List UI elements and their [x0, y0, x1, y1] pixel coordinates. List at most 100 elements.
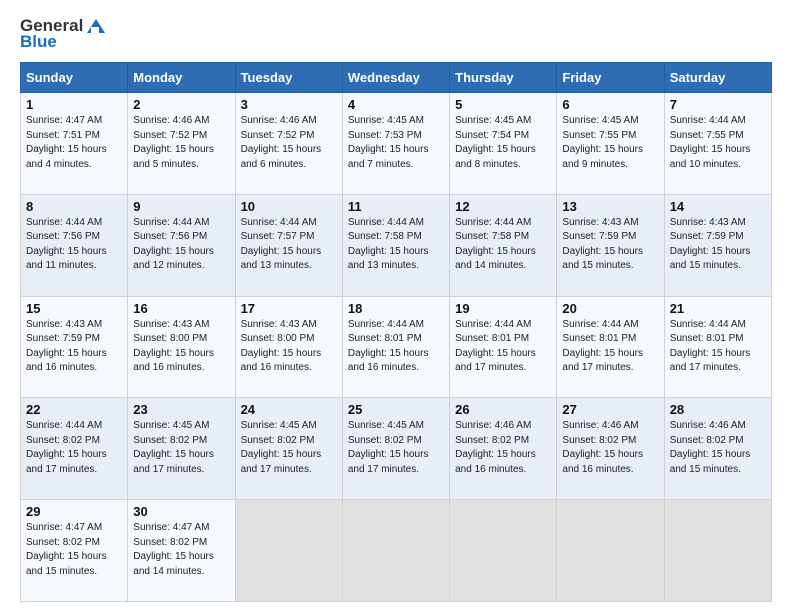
day-number: 11 [348, 199, 444, 214]
cell-sun-info: Sunrise: 4:47 AMSunset: 7:51 PMDaylight:… [26, 114, 122, 172]
header: General Blue [20, 16, 772, 52]
calendar-week-row: 15 Sunrise: 4:43 AMSunset: 7:59 PMDayligh… [21, 296, 772, 398]
logo-arrow-icon [85, 17, 107, 35]
calendar-week-row: 1 Sunrise: 4:47 AMSunset: 7:51 PMDaylight… [21, 93, 772, 195]
day-number: 1 [26, 97, 122, 112]
calendar-cell: 25 Sunrise: 4:45 AMSunset: 8:02 PMDayligh… [342, 398, 449, 500]
calendar-cell: 14Sunrise: 4:43 AMSunset: 7:59 PMDayligh… [664, 194, 771, 296]
cell-sun-info: Sunrise: 4:43 AMSunset: 7:59 PMDaylight:… [562, 216, 658, 274]
day-number: 21 [670, 301, 766, 316]
calendar-cell [342, 500, 449, 602]
calendar-cell: 7 Sunrise: 4:44 AMSunset: 7:55 PMDaylight… [664, 93, 771, 195]
header-day-sunday: Sunday [21, 63, 128, 93]
day-number: 22 [26, 402, 122, 417]
logo-blue: Blue [20, 32, 57, 52]
calendar-cell: 24Sunrise: 4:45 AMSunset: 8:02 PMDayligh… [235, 398, 342, 500]
cell-sun-info: Sunrise: 4:46 AMSunset: 8:02 PMDaylight:… [455, 419, 551, 477]
cell-sun-info: Sunrise: 4:43 AMSunset: 8:00 PMDaylight:… [241, 318, 337, 376]
header-day-thursday: Thursday [450, 63, 557, 93]
calendar-cell: 26Sunrise: 4:46 AMSunset: 8:02 PMDayligh… [450, 398, 557, 500]
cell-sun-info: Sunrise: 4:46 AMSunset: 7:52 PMDaylight:… [241, 114, 337, 172]
day-number: 12 [455, 199, 551, 214]
calendar-cell: 23 Sunrise: 4:45 AMSunset: 8:02 PMDayligh… [128, 398, 235, 500]
day-number: 8 [26, 199, 122, 214]
day-number: 17 [241, 301, 337, 316]
day-number: 16 [133, 301, 229, 316]
cell-sun-info: Sunrise: 4:46 AMSunset: 8:02 PMDaylight:… [670, 419, 766, 477]
cell-sun-info: Sunrise: 4:44 AMSunset: 7:56 PMDaylight:… [133, 216, 229, 274]
cell-sun-info: Sunrise: 4:44 AMSunset: 8:02 PMDaylight:… [26, 419, 122, 477]
calendar-week-row: 29 Sunrise: 4:47 AMSunset: 8:02 PMDayligh… [21, 500, 772, 602]
day-number: 9 [133, 199, 229, 214]
day-number: 29 [26, 504, 122, 519]
calendar-cell: 12 Sunrise: 4:44 AMSunset: 7:58 PMDayligh… [450, 194, 557, 296]
day-number: 3 [241, 97, 337, 112]
calendar-cell: 28 Sunrise: 4:46 AMSunset: 8:02 PMDayligh… [664, 398, 771, 500]
calendar-cell: 8 Sunrise: 4:44 AMSunset: 7:56 PMDaylight… [21, 194, 128, 296]
calendar-week-row: 22 Sunrise: 4:44 AMSunset: 8:02 PMDayligh… [21, 398, 772, 500]
page: General Blue SundayMondayTuesdayWednesda… [0, 0, 792, 612]
calendar-cell [664, 500, 771, 602]
calendar-cell: 20 Sunrise: 4:44 AMSunset: 8:01 PMDayligh… [557, 296, 664, 398]
calendar-cell: 30 Sunrise: 4:47 AMSunset: 8:02 PMDayligh… [128, 500, 235, 602]
calendar-cell: 11 Sunrise: 4:44 AMSunset: 7:58 PMDayligh… [342, 194, 449, 296]
calendar-cell: 22 Sunrise: 4:44 AMSunset: 8:02 PMDayligh… [21, 398, 128, 500]
cell-sun-info: Sunrise: 4:45 AMSunset: 8:02 PMDaylight:… [133, 419, 229, 477]
calendar-cell: 15 Sunrise: 4:43 AMSunset: 7:59 PMDayligh… [21, 296, 128, 398]
header-day-saturday: Saturday [664, 63, 771, 93]
day-number: 28 [670, 402, 766, 417]
calendar-cell: 4Sunrise: 4:45 AMSunset: 7:53 PMDaylight… [342, 93, 449, 195]
calendar-header-row: SundayMondayTuesdayWednesdayThursdayFrid… [21, 63, 772, 93]
day-number: 2 [133, 97, 229, 112]
cell-sun-info: Sunrise: 4:43 AMSunset: 7:59 PMDaylight:… [26, 318, 122, 376]
cell-sun-info: Sunrise: 4:46 AMSunset: 7:52 PMDaylight:… [133, 114, 229, 172]
day-number: 14 [670, 199, 766, 214]
day-number: 20 [562, 301, 658, 316]
calendar: SundayMondayTuesdayWednesdayThursdayFrid… [20, 62, 772, 602]
day-number: 27 [562, 402, 658, 417]
calendar-cell: 19 Sunrise: 4:44 AMSunset: 8:01 PMDayligh… [450, 296, 557, 398]
day-number: 30 [133, 504, 229, 519]
cell-sun-info: Sunrise: 4:45 AMSunset: 8:02 PMDaylight:… [348, 419, 444, 477]
cell-sun-info: Sunrise: 4:45 AMSunset: 8:02 PMDaylight:… [241, 419, 337, 477]
header-day-tuesday: Tuesday [235, 63, 342, 93]
day-number: 19 [455, 301, 551, 316]
day-number: 15 [26, 301, 122, 316]
cell-sun-info: Sunrise: 4:44 AMSunset: 7:58 PMDaylight:… [455, 216, 551, 274]
cell-sun-info: Sunrise: 4:44 AMSunset: 7:55 PMDaylight:… [670, 114, 766, 172]
calendar-cell: 16 Sunrise: 4:43 AMSunset: 8:00 PMDayligh… [128, 296, 235, 398]
cell-sun-info: Sunrise: 4:44 AMSunset: 7:58 PMDaylight:… [348, 216, 444, 274]
cell-sun-info: Sunrise: 4:44 AMSunset: 7:57 PMDaylight:… [241, 216, 337, 274]
calendar-cell: 18 Sunrise: 4:44 AMSunset: 8:01 PMDayligh… [342, 296, 449, 398]
cell-sun-info: Sunrise: 4:46 AMSunset: 8:02 PMDaylight:… [562, 419, 658, 477]
day-number: 5 [455, 97, 551, 112]
day-number: 10 [241, 199, 337, 214]
calendar-cell: 21Sunrise: 4:44 AMSunset: 8:01 PMDayligh… [664, 296, 771, 398]
cell-sun-info: Sunrise: 4:43 AMSunset: 8:00 PMDaylight:… [133, 318, 229, 376]
cell-sun-info: Sunrise: 4:45 AMSunset: 7:54 PMDaylight:… [455, 114, 551, 172]
day-number: 25 [348, 402, 444, 417]
day-number: 7 [670, 97, 766, 112]
cell-sun-info: Sunrise: 4:44 AMSunset: 8:01 PMDaylight:… [562, 318, 658, 376]
calendar-cell: 5 Sunrise: 4:45 AMSunset: 7:54 PMDaylight… [450, 93, 557, 195]
calendar-cell [557, 500, 664, 602]
cell-sun-info: Sunrise: 4:47 AMSunset: 8:02 PMDaylight:… [26, 521, 122, 579]
calendar-cell: 3 Sunrise: 4:46 AMSunset: 7:52 PMDaylight… [235, 93, 342, 195]
calendar-cell: 1 Sunrise: 4:47 AMSunset: 7:51 PMDaylight… [21, 93, 128, 195]
cell-sun-info: Sunrise: 4:45 AMSunset: 7:55 PMDaylight:… [562, 114, 658, 172]
calendar-cell [235, 500, 342, 602]
cell-sun-info: Sunrise: 4:44 AMSunset: 8:01 PMDaylight:… [455, 318, 551, 376]
cell-sun-info: Sunrise: 4:44 AMSunset: 7:56 PMDaylight:… [26, 216, 122, 274]
calendar-cell: 13 Sunrise: 4:43 AMSunset: 7:59 PMDayligh… [557, 194, 664, 296]
day-number: 13 [562, 199, 658, 214]
cell-sun-info: Sunrise: 4:44 AMSunset: 8:01 PMDaylight:… [348, 318, 444, 376]
header-day-friday: Friday [557, 63, 664, 93]
calendar-cell: 17 Sunrise: 4:43 AMSunset: 8:00 PMDayligh… [235, 296, 342, 398]
day-number: 18 [348, 301, 444, 316]
day-number: 6 [562, 97, 658, 112]
logo: General Blue [20, 16, 107, 52]
day-number: 23 [133, 402, 229, 417]
calendar-cell: 27 Sunrise: 4:46 AMSunset: 8:02 PMDayligh… [557, 398, 664, 500]
calendar-cell: 29 Sunrise: 4:47 AMSunset: 8:02 PMDayligh… [21, 500, 128, 602]
cell-sun-info: Sunrise: 4:47 AMSunset: 8:02 PMDaylight:… [133, 521, 229, 579]
